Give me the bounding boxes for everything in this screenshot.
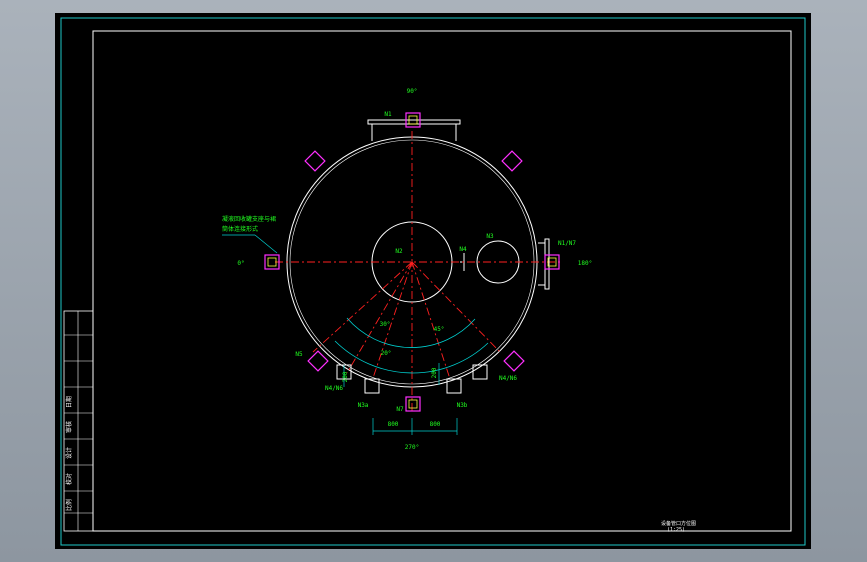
nozzle-n5-marker bbox=[307, 350, 329, 372]
label-dim-left: 800 bbox=[388, 421, 399, 428]
supports bbox=[336, 119, 550, 394]
title-line-1: 设备管口方位图 bbox=[661, 520, 696, 527]
label-n1-n7: N1/N7 bbox=[558, 240, 576, 247]
nozzle-nw-marker bbox=[501, 150, 523, 172]
label-n4: N4 bbox=[459, 246, 467, 253]
label-angle-20: 20° bbox=[381, 350, 392, 357]
title-strip-text-1: 日期 bbox=[65, 396, 73, 408]
note-line-1: 凝液回收罐支座与裙 bbox=[222, 215, 276, 223]
label-angle-45: 45° bbox=[434, 326, 445, 333]
nozzle-n6-marker bbox=[503, 350, 525, 372]
nozzle-n7-marker bbox=[405, 396, 421, 412]
label-n3: N3 bbox=[486, 233, 494, 240]
note-line-2: 筒体连接形式 bbox=[222, 225, 258, 233]
label-dim-vert-right: 200 bbox=[431, 367, 438, 378]
title-strip-text-4: 校对 bbox=[65, 473, 73, 485]
title-strip-text-3: 设计 bbox=[65, 447, 73, 459]
title-line-2: (1:25) bbox=[667, 527, 685, 533]
orientation-drawing: 日期 审核 设计 校对 比例 90° 0° 180° 270° N1 N2 N3… bbox=[60, 17, 806, 546]
label-dim-right: 800 bbox=[430, 421, 441, 428]
angle-arcs bbox=[334, 317, 489, 374]
label-n3b: N3b bbox=[457, 402, 468, 409]
title-strip-text-2: 审核 bbox=[65, 421, 73, 433]
inner-frame bbox=[92, 30, 792, 532]
label-180deg: 180° bbox=[578, 260, 592, 267]
label-n3a: N3a bbox=[358, 402, 369, 409]
outer-frame bbox=[60, 17, 806, 546]
note-leader bbox=[254, 234, 278, 254]
nozzle-ne-marker bbox=[304, 150, 326, 172]
label-0deg: 0° bbox=[237, 260, 244, 267]
label-n5: N5 bbox=[295, 351, 303, 358]
label-n7: N7 bbox=[396, 406, 404, 413]
label-angle-30: 30° bbox=[380, 321, 391, 328]
title-strip-text-5: 比例 bbox=[65, 499, 73, 511]
label-n6-side: N4/N6 bbox=[499, 375, 517, 382]
label-n4-n6: N4/N6 bbox=[325, 385, 343, 392]
label-90deg: 90° bbox=[407, 88, 418, 95]
drawing-sheet: 日期 审核 设计 校对 比例 90° 0° 180° 270° N1 N2 N3… bbox=[55, 13, 811, 549]
label-n2: N2 bbox=[395, 248, 403, 255]
label-270deg: 270° bbox=[405, 444, 419, 451]
cad-viewport[interactable]: 日期 审核 设计 校对 比例 90° 0° 180° 270° N1 N2 N3… bbox=[0, 0, 867, 562]
left-title-strip: 日期 审核 设计 校对 比例 bbox=[63, 310, 94, 532]
label-dim-vert-left: 200 bbox=[342, 371, 349, 382]
label-n1: N1 bbox=[384, 111, 392, 118]
